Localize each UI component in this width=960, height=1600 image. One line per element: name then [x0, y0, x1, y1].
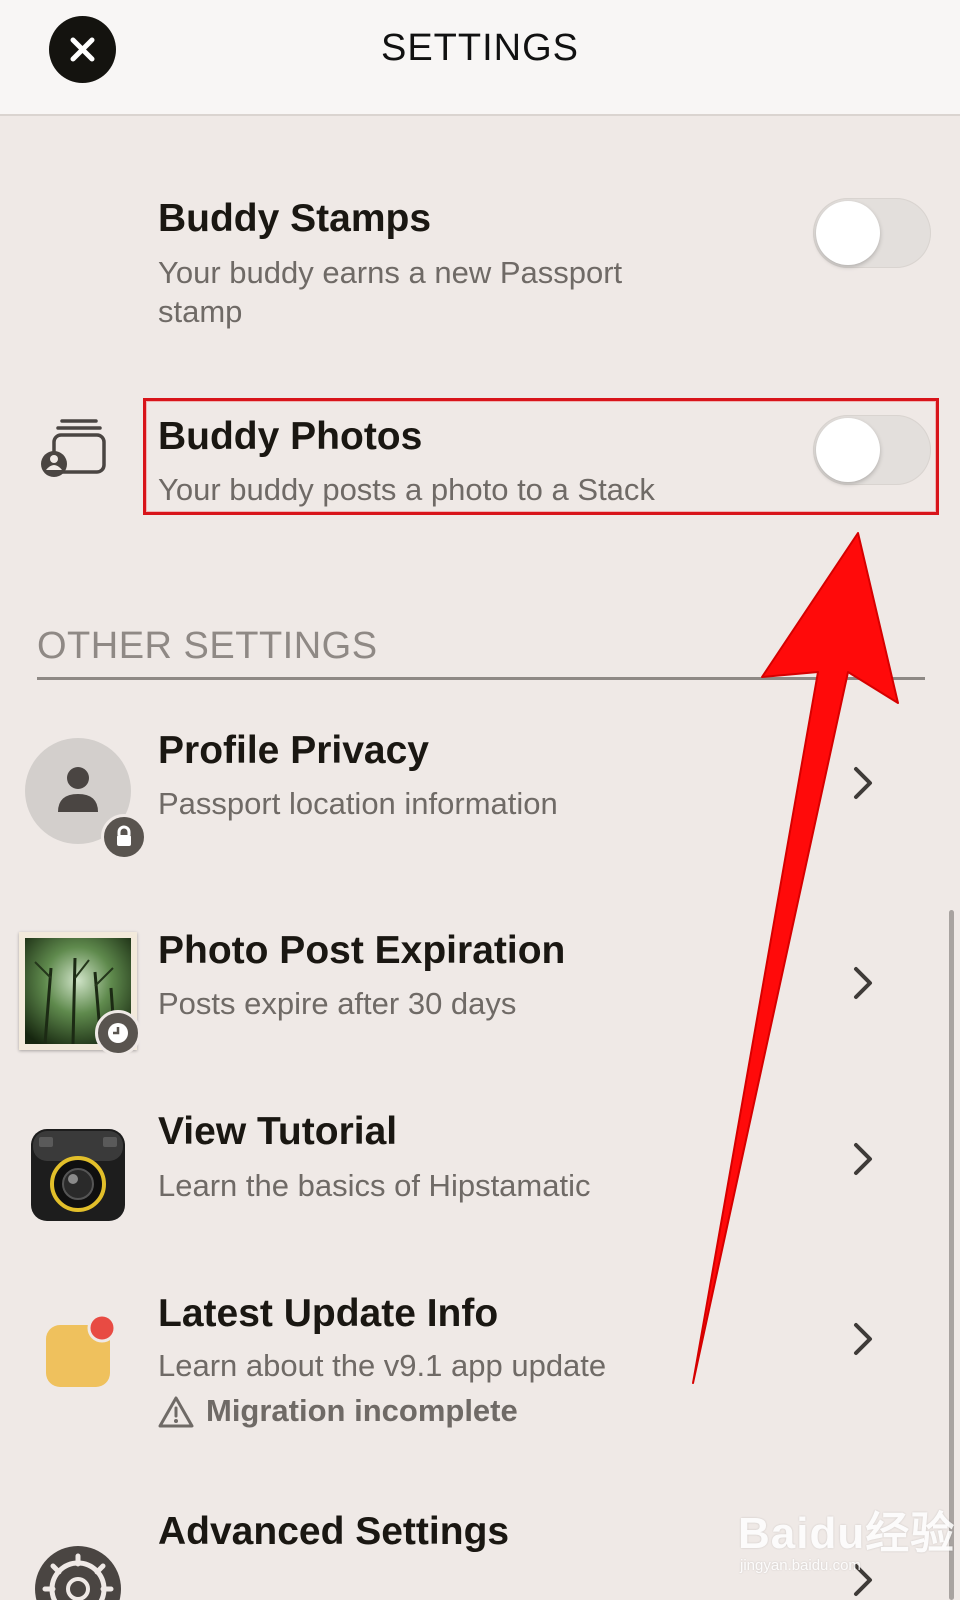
annotation-arrow: [692, 532, 899, 1384]
watermark-logo: Baidu经验: [738, 1509, 956, 1558]
watermark-url: jingyan.baidu.com: [740, 1557, 861, 1574]
